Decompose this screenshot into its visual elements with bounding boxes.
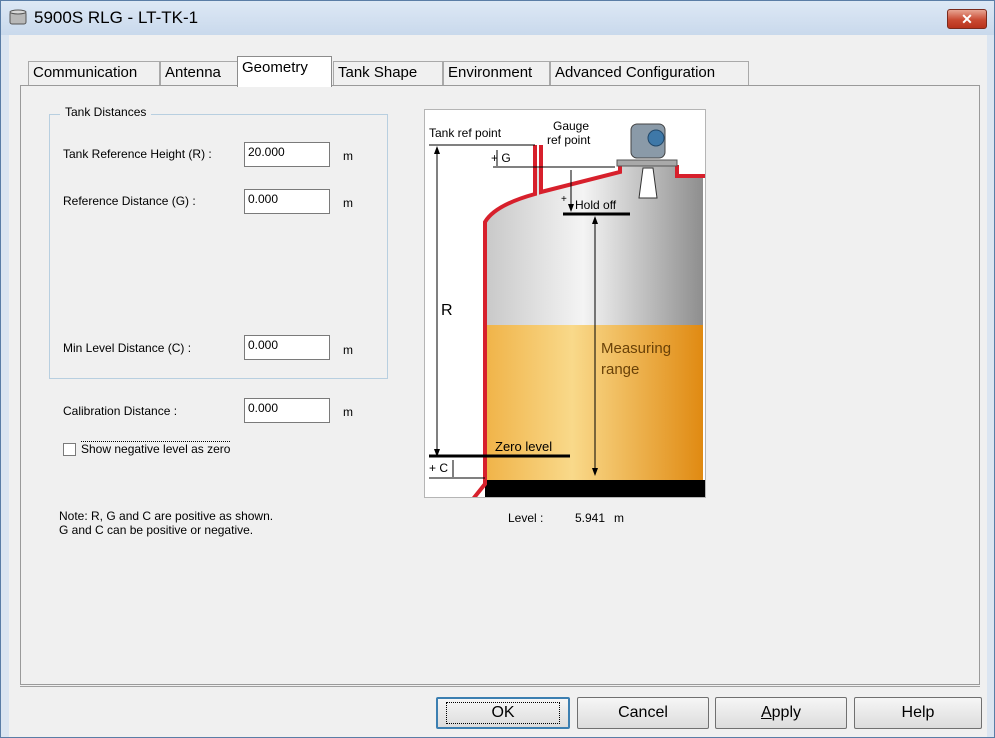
help-button[interactable]: Help (854, 697, 982, 729)
close-button[interactable]: ✕ (947, 9, 987, 29)
group-title: Tank Distances (60, 105, 152, 119)
ok-label: OK (446, 702, 560, 724)
show-negative-checkbox[interactable] (63, 443, 76, 456)
ref-distance-unit: m (343, 196, 353, 210)
level-unit: m (614, 511, 624, 525)
tank-gas-space (485, 165, 703, 325)
apply-button[interactable]: Apply (715, 697, 847, 729)
tab-label: Environment (448, 64, 533, 81)
min-level-label: Min Level Distance (C) : (63, 341, 192, 355)
tank-bottom (485, 480, 705, 497)
r-label: R (441, 302, 453, 319)
ref-height-input[interactable]: 20.000 (244, 142, 330, 167)
tab-communication[interactable]: Communication (28, 61, 160, 85)
tab-label: Advanced Configuration (555, 64, 716, 81)
min-level-input[interactable]: 0.000 (244, 335, 330, 360)
show-negative-label[interactable]: Show negative level as zero (81, 441, 231, 456)
gauge-ref-label-2: ref point (547, 133, 591, 147)
note-line-2: G and C can be positive or negative. (59, 523, 254, 537)
tab-antenna[interactable]: Antenna (160, 61, 238, 85)
cancel-button[interactable]: Cancel (577, 697, 709, 729)
gauge-ref-label-1: Gauge (553, 119, 589, 133)
title-bar[interactable]: 5900S RLG - LT-TK-1 ✕ (1, 1, 994, 35)
note-line-1: Note: R, G and C are positive as shown. (59, 509, 274, 523)
hold-off-label: Hold off (575, 198, 617, 212)
measuring-label-2: range (601, 361, 639, 378)
ref-distance-input[interactable]: 0.000 (244, 189, 330, 214)
help-label: Help (901, 704, 935, 721)
level-value: 5.941 (575, 511, 606, 525)
tab-environment[interactable]: Environment (443, 61, 550, 85)
note-text: Note: R, G and C are positive as shown. … (59, 509, 273, 537)
gauge-flange (616, 159, 678, 167)
tank-svg: Tank ref point Gauge ref point + G + Hol… (429, 119, 705, 497)
apply-mnemonic: A (760, 704, 772, 721)
tab-label: Communication (33, 64, 138, 81)
apply-label: Apply (761, 704, 801, 722)
ref-height-unit: m (343, 149, 353, 163)
tab-label: Antenna (165, 64, 221, 81)
button-separator (20, 686, 980, 687)
tab-geometry[interactable]: Geometry (237, 56, 332, 87)
calibration-unit: m (343, 405, 353, 419)
min-level-unit: m (343, 343, 353, 357)
close-icon: ✕ (961, 10, 973, 27)
calibration-input[interactable]: 0.000 (244, 398, 330, 423)
ref-height-label: Tank Reference Height (R) : (63, 147, 212, 161)
tank-roof-wall (675, 165, 705, 178)
apply-label-rest: pply (771, 704, 802, 721)
tank-geometry-diagram: Tank ref point Gauge ref point + G + Hol… (424, 109, 706, 498)
cancel-label: Cancel (618, 704, 668, 721)
tank-ref-point-label: Tank ref point (429, 126, 502, 140)
tank-app-icon (9, 9, 27, 25)
g-label: + G (491, 151, 511, 165)
window-title: 5900S RLG - LT-TK-1 (34, 8, 199, 27)
zero-level-label: Zero level (495, 439, 552, 454)
level-label: Level : (508, 511, 544, 525)
measuring-label-1: Measuring (601, 340, 671, 357)
tab-advanced-configuration[interactable]: Advanced Configuration (550, 61, 749, 85)
tab-label: Tank Shape (338, 64, 418, 81)
tab-label: Geometry (242, 59, 308, 76)
c-label: + C (429, 461, 448, 475)
calibration-label: Calibration Distance : (63, 404, 178, 418)
tab-tank-shape[interactable]: Tank Shape (333, 61, 443, 85)
ok-button[interactable]: OK (436, 697, 570, 729)
hold-off-plus: + (561, 194, 567, 205)
ref-distance-label: Reference Distance (G) : (63, 194, 196, 208)
